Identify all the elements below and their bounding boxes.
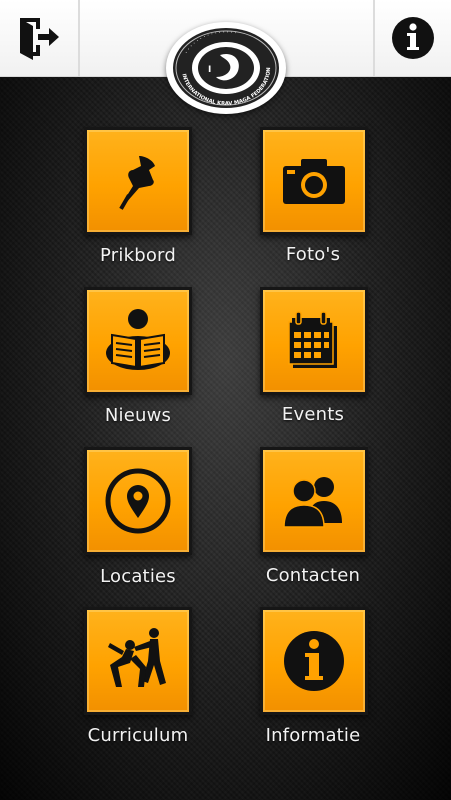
menu-tile-locaties[interactable] (84, 447, 192, 555)
menu-label-events[interactable]: Events (233, 404, 393, 425)
camera-icon (283, 159, 345, 204)
ikmf-logo: · · · · · · · · · · · · · · · INTERNATIO… (166, 22, 286, 114)
topbar-divider-left (78, 0, 80, 76)
newspaper-reader-icon (106, 309, 170, 370)
info-icon (392, 17, 434, 59)
info-circle-icon (284, 631, 344, 691)
menu-label-curriculum[interactable]: Curriculum (58, 725, 218, 746)
menu-tile-events[interactable] (260, 287, 368, 395)
menu-tile-informatie[interactable] (260, 607, 368, 715)
menu-tile-contacten[interactable] (260, 447, 368, 555)
menu-label-prikbord[interactable]: Prikbord (58, 245, 218, 266)
calendar-icon (288, 311, 337, 368)
logout-button[interactable] (0, 0, 78, 76)
menu-tile-fotos[interactable] (260, 127, 368, 235)
menu-label-nieuws[interactable]: Nieuws (58, 405, 218, 426)
menu-label-locaties[interactable]: Locaties (58, 566, 218, 587)
pushpin-icon (119, 156, 155, 210)
svg-text:I: I (208, 65, 211, 75)
menu-label-contacten[interactable]: Contacten (233, 565, 393, 586)
menu-label-fotos[interactable]: Foto's (233, 244, 393, 265)
info-button[interactable] (375, 0, 451, 76)
menu-label-informatie[interactable]: Informatie (233, 725, 393, 746)
menu-tile-nieuws[interactable] (84, 287, 192, 395)
menu-tile-prikbord[interactable] (84, 127, 192, 235)
ikmf-emblem: · · · · · · · · · · · · · · · INTERNATIO… (173, 28, 279, 108)
contacts-icon (283, 477, 342, 528)
logout-icon (20, 18, 59, 60)
menu-tile-curriculum[interactable] (84, 607, 192, 715)
location-pin-icon (105, 468, 171, 534)
fighters-icon (108, 628, 166, 687)
